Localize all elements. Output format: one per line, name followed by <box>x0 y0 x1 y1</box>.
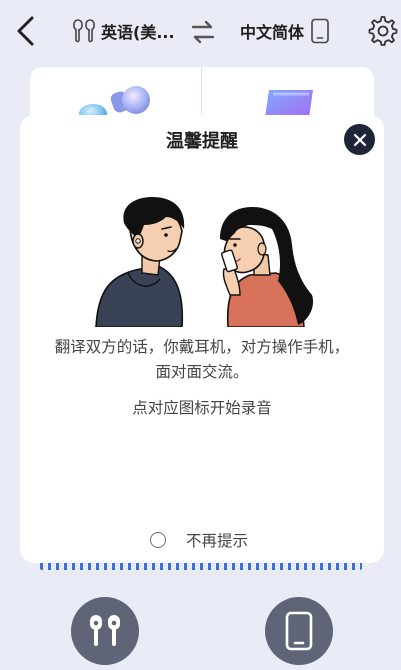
earbuds-icon <box>90 615 120 646</box>
target-language-selector[interactable]: 中文简体 <box>240 17 331 45</box>
source-language-label: 英语(美... <box>101 23 175 42</box>
earbuds-record-button[interactable] <box>71 597 139 665</box>
dont-remind-checkbox[interactable]: 不再提示 <box>150 529 248 551</box>
dialog-hint: 点对应图标开始录音 <box>132 399 272 417</box>
source-language-selector[interactable]: 英语(美... <box>70 17 175 45</box>
phone-record-button[interactable] <box>265 597 333 665</box>
gear-icon <box>368 16 398 46</box>
dialog-description: 翻译双方的话，你戴耳机，对方操作手机，面对面交流。 <box>54 338 350 381</box>
man-figure-icon <box>95 197 185 327</box>
swap-languages-button[interactable] <box>189 19 217 45</box>
face-to-face-illustration <box>95 197 314 327</box>
dont-remind-label: 不再提示 <box>186 532 249 550</box>
phone-icon <box>311 18 329 44</box>
phone-icon <box>285 611 313 651</box>
close-icon <box>353 133 366 146</box>
chevron-left-icon <box>17 16 34 46</box>
settings-button[interactable] <box>367 15 399 47</box>
radio-circle-icon[interactable] <box>150 532 166 548</box>
earbuds-icon <box>73 19 95 43</box>
woman-figure-icon <box>220 207 314 327</box>
back-button[interactable] <box>12 14 40 48</box>
top-bar: 英语(美... 中文简体 <box>0 0 401 62</box>
swap-arrows-icon <box>191 20 215 44</box>
tips-dialog: 温馨提醒 翻译双方的话，你戴耳机，对方操作手机，面对面交流。 点对应图标开始录音… <box>20 115 384 563</box>
close-button[interactable] <box>344 124 375 155</box>
target-language-label: 中文简体 <box>240 23 305 42</box>
dialog-title: 温馨提醒 <box>166 131 238 152</box>
